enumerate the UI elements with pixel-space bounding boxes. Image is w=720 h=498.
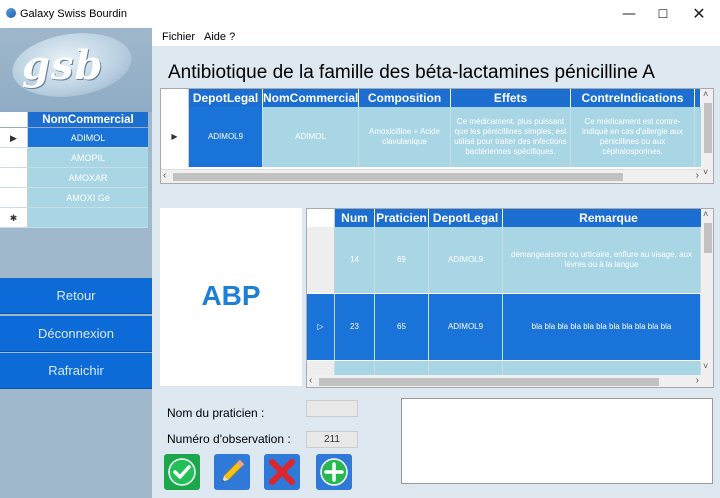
- medicament-image: ABP: [160, 208, 302, 386]
- cell-num[interactable]: 14: [335, 227, 375, 293]
- commercial-row[interactable]: AMOPIL: [0, 148, 148, 168]
- remarque-textarea[interactable]: [401, 398, 713, 484]
- logo-area: gsb: [0, 25, 152, 112]
- observation-hscrollbar[interactable]: ‹ ›: [307, 375, 701, 387]
- scroll-right-icon[interactable]: ›: [696, 375, 699, 386]
- menu-bar: Fichier Aide ?: [152, 28, 720, 46]
- scroll-up-icon[interactable]: ˄: [703, 89, 708, 99]
- scroll-down-icon[interactable]: ˅: [703, 167, 708, 177]
- commercial-new-row[interactable]: ✱: [0, 208, 148, 228]
- cell-praticien[interactable]: 65: [375, 294, 429, 360]
- logo-text: gsb: [22, 42, 104, 89]
- scroll-up-icon[interactable]: ˄: [703, 209, 708, 219]
- delete-button[interactable]: [264, 454, 300, 490]
- observation-label: Numéro d'observation :: [167, 432, 291, 446]
- cell-remarque[interactable]: bla bla bla bla bla bla bla bla bla bla …: [503, 294, 701, 360]
- observation-vscrollbar[interactable]: ˄ ˅: [701, 209, 713, 387]
- medicament-vscrollbar[interactable]: ˄ ˅: [701, 89, 713, 183]
- window-title: Galaxy Swiss Bourdin: [20, 8, 127, 20]
- commercial-cell[interactable]: ADIMOL: [28, 128, 148, 147]
- left-panel: gsb NomCommercial ▶ ADIMOL AMOPIL AMOXAR…: [0, 25, 152, 498]
- scroll-left-icon[interactable]: ‹: [309, 375, 312, 386]
- commercial-cell[interactable]: AMOPIL: [28, 148, 148, 167]
- commercial-row[interactable]: AMOXI Gé: [0, 188, 148, 208]
- commercial-cell[interactable]: AMOXAR: [28, 168, 148, 187]
- check-icon: [164, 454, 200, 490]
- commercial-cell[interactable]: AMOXI Gé: [28, 188, 148, 207]
- menu-fichier[interactable]: Fichier: [162, 31, 195, 43]
- praticien-label: Nom du praticien :: [167, 406, 265, 420]
- cell-praticien[interactable]: 69: [375, 227, 429, 293]
- minimize-button[interactable]: —: [612, 3, 646, 25]
- column-nomcommercial[interactable]: NomCommercial: [28, 112, 148, 127]
- abp-logo: ABP: [201, 280, 261, 311]
- column-contreindications[interactable]: ContreIndications: [571, 89, 695, 107]
- cross-icon: [264, 454, 300, 490]
- commercial-cell[interactable]: [28, 208, 148, 227]
- column-praticien[interactable]: Praticien: [375, 209, 429, 227]
- cell-depotlegal[interactable]: ADIMOL9: [429, 227, 503, 293]
- title-bar: Galaxy Swiss Bourdin — ☐ ✕: [0, 0, 720, 28]
- commercial-grid[interactable]: NomCommercial ▶ ADIMOL AMOPIL AMOXAR AMO…: [0, 112, 148, 228]
- column-composition[interactable]: Composition: [359, 89, 451, 107]
- row-selector-icon: ▷: [307, 294, 335, 360]
- medicament-hscrollbar[interactable]: ‹ ›: [161, 169, 701, 183]
- pencil-icon: [214, 454, 250, 490]
- main-panel: Antibiotique de la famille des béta-lact…: [152, 46, 720, 498]
- deconnexion-button[interactable]: Déconnexion: [0, 316, 152, 352]
- add-button[interactable]: [316, 454, 352, 490]
- observation-row[interactable]: 14 69 ADIMOL9 démangeaisons ou urticaire…: [307, 227, 701, 293]
- gsb-logo: gsb: [8, 25, 136, 105]
- close-button[interactable]: ✕: [682, 3, 716, 25]
- maximize-button[interactable]: ☐: [646, 3, 680, 25]
- cell-depotlegal[interactable]: ADIMOL9: [429, 294, 503, 360]
- row-selector-icon: ▶: [0, 128, 28, 147]
- column-num[interactable]: Num: [335, 209, 375, 227]
- column-effets[interactable]: Effets: [451, 89, 571, 107]
- commercial-grid-header: NomCommercial: [0, 112, 148, 128]
- app-icon: [6, 8, 16, 18]
- scroll-right-icon[interactable]: ›: [696, 170, 699, 181]
- medicament-grid-header: DepotLegal NomCommercial Composition Eff…: [161, 89, 713, 107]
- column-depotlegal[interactable]: DepotLegal: [189, 89, 263, 107]
- column-nomcommercial[interactable]: NomCommercial: [263, 89, 359, 107]
- new-row-icon: ✱: [0, 208, 28, 227]
- edit-button[interactable]: [214, 454, 250, 490]
- cell-num[interactable]: 23: [335, 294, 375, 360]
- observation-grid[interactable]: Num Praticien DepotLegal Remarque 14 69 …: [306, 208, 714, 388]
- medicament-grid[interactable]: DepotLegal NomCommercial Composition Eff…: [160, 88, 714, 184]
- commercial-row[interactable]: AMOXAR: [0, 168, 148, 188]
- scroll-down-icon[interactable]: ˅: [703, 361, 708, 371]
- row-selector-icon: ▶: [161, 107, 189, 167]
- cell-composition[interactable]: Amoxicilline + Acide clavulanique: [359, 107, 451, 167]
- commercial-row[interactable]: ▶ ADIMOL: [0, 128, 148, 148]
- menu-aide[interactable]: Aide ?: [204, 31, 235, 43]
- observation-number-field[interactable]: 211: [306, 431, 358, 448]
- validate-button[interactable]: [164, 454, 200, 490]
- plus-icon: [316, 454, 352, 490]
- scroll-left-icon[interactable]: ‹: [163, 170, 166, 181]
- praticien-field[interactable]: [306, 400, 358, 417]
- cell-effets[interactable]: Ce médicament, plus puissant que les pén…: [451, 107, 571, 167]
- cell-contreindications[interactable]: Ce médicament est contre-indiqué en cas …: [571, 107, 695, 167]
- column-remarque[interactable]: Remarque: [503, 209, 713, 227]
- cell-remarque[interactable]: démangeaisons ou urticaire, enflure au v…: [503, 227, 701, 293]
- rafraichir-button[interactable]: Rafraichir: [0, 353, 152, 389]
- medicament-row[interactable]: ▶ ADIMOL9 ADIMOL Amoxicilline + Acide cl…: [161, 107, 713, 167]
- cell-nomcommercial[interactable]: ADIMOL: [263, 107, 359, 167]
- observation-row-partial[interactable]: [307, 361, 701, 375]
- cell-depotlegal[interactable]: ADIMOL9: [189, 107, 263, 167]
- retour-button[interactable]: Retour: [0, 278, 152, 314]
- column-depotlegal[interactable]: DepotLegal: [429, 209, 503, 227]
- observation-row-selected[interactable]: ▷ 23 65 ADIMOL9 bla bla bla bla bla bla …: [307, 294, 701, 360]
- page-title: Antibiotique de la famille des béta-lact…: [168, 62, 655, 83]
- observation-grid-header: Num Praticien DepotLegal Remarque: [307, 209, 713, 227]
